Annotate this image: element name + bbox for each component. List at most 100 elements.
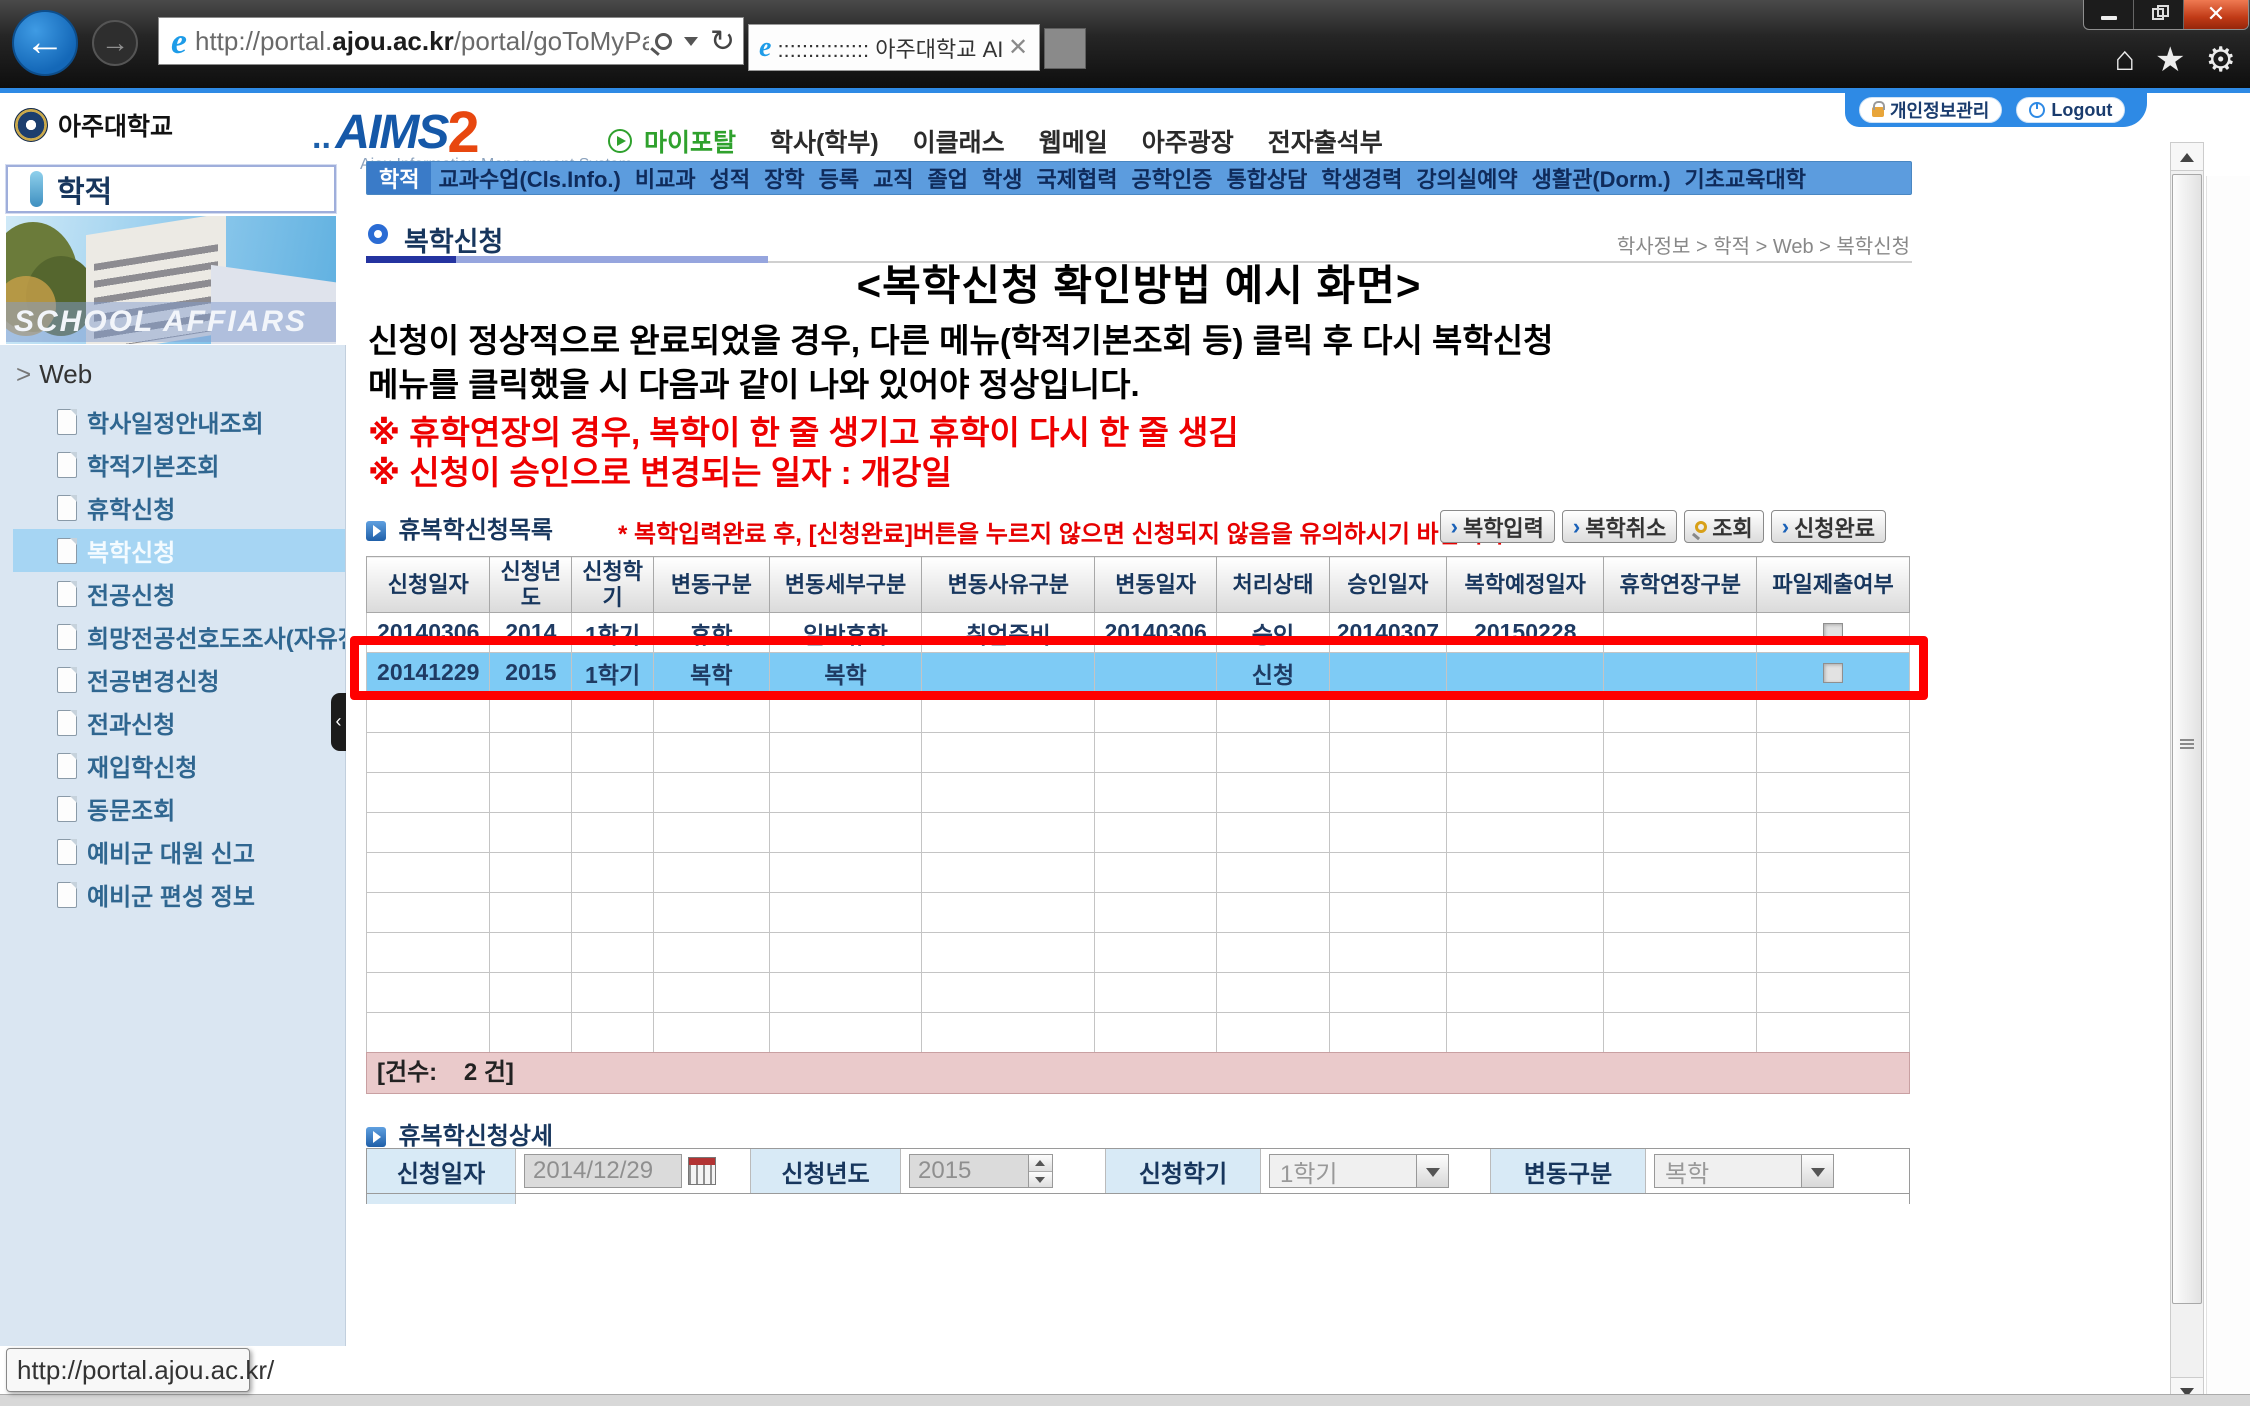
cell: 20150228 — [1447, 613, 1604, 653]
menu-item[interactable]: 비교과 — [628, 162, 703, 194]
menu-item[interactable]: 교직 — [866, 162, 920, 194]
document-icon — [57, 753, 77, 779]
menu-item[interactable]: 학생 — [975, 162, 1029, 194]
menu-item[interactable]: 강의실예약 — [1409, 162, 1524, 194]
menu-item[interactable]: 국제협력 — [1030, 162, 1125, 194]
sidebar-item[interactable]: 학사일정안내조회 — [13, 400, 345, 443]
search-dropdown-icon[interactable] — [684, 37, 698, 46]
logout-button[interactable]: Logout — [2016, 97, 2125, 123]
sidebar-item[interactable]: 예비군 편성 정보 — [13, 873, 345, 916]
pill-icon — [30, 171, 43, 207]
tab-close-icon[interactable] — [1005, 33, 1031, 62]
document-icon — [57, 882, 77, 908]
menu-hakjeok[interactable]: 학적 — [367, 162, 431, 194]
quicklink-webmail[interactable]: 웹메일 — [1039, 123, 1108, 159]
quicklink-eclass[interactable]: 이클래스 — [913, 123, 1005, 159]
sidebar-item-bokhak-active[interactable]: 복학신청 — [13, 529, 345, 572]
document-icon — [57, 452, 77, 478]
back-button[interactable] — [12, 10, 78, 76]
new-tab-button[interactable] — [1044, 28, 1086, 69]
play-icon — [608, 129, 632, 153]
menu-item[interactable]: 통합상담 — [1219, 162, 1314, 194]
menu-item[interactable]: 생활관(Dorm.) — [1525, 162, 1678, 194]
menu-item[interactable]: 졸업 — [921, 162, 975, 194]
sidebar-item[interactable]: 전공변경신청 — [13, 658, 345, 701]
privacy-button[interactable]: 개인정보관리 — [1859, 97, 2002, 123]
bokhak-cancel-button[interactable]: 복학취소 — [1562, 510, 1677, 543]
application-table: 신청일자 신청년도 신청학기 변동구분 변동세부구분 변동사유구분 변동일자 처… — [366, 556, 1910, 1053]
browser-tab[interactable]: ::::::::::::::: 아주대학교 AIM... — [748, 24, 1040, 71]
menu-item[interactable]: 기초교육대학 — [1678, 162, 1813, 194]
sidebar-section-web[interactable]: >Web — [0, 345, 345, 390]
cell — [1329, 653, 1446, 693]
home-icon[interactable] — [2114, 40, 2135, 80]
quicklink-myportal[interactable]: 마이포탈 — [644, 123, 736, 159]
portal-header: 아주대학교 AIMS2 Ajou Information Management … — [0, 93, 2250, 160]
application-year-input[interactable]: 2015 — [909, 1154, 1029, 1188]
application-date-input[interactable]: 2014/12/29 — [524, 1154, 682, 1188]
sidebar-item[interactable]: 재입학신청 — [13, 744, 345, 787]
sidebar-item[interactable]: 휴학신청 — [13, 486, 345, 529]
favorites-icon[interactable] — [2155, 40, 2185, 80]
file-checkbox[interactable] — [1823, 623, 1843, 643]
menu-item[interactable]: 장학 — [757, 162, 811, 194]
forward-button[interactable] — [92, 20, 138, 66]
list-section-title: 휴복학신청목록 — [398, 517, 553, 544]
semester-select[interactable]: 1학기 — [1269, 1154, 1449, 1188]
section-arrow-icon — [366, 1127, 386, 1147]
column-header: 변동사유구분 — [922, 557, 1095, 613]
sidebar-item[interactable]: 전공신청 — [13, 572, 345, 615]
power-icon — [2029, 102, 2045, 118]
sidebar-item[interactable]: 동문조회 — [13, 787, 345, 830]
table-row — [367, 813, 1910, 853]
sidebar-item[interactable]: 희망전공선호도조사(자유전공 — [13, 615, 345, 658]
section-arrow-icon — [366, 521, 386, 541]
scrollbar-up-icon[interactable] — [2171, 143, 2203, 171]
menu-item[interactable]: 등록 — [812, 162, 866, 194]
sidebar-item[interactable]: 전과신청 — [13, 701, 345, 744]
cell: 1학기 — [572, 653, 654, 693]
refresh-icon[interactable] — [710, 24, 735, 59]
sidebar-menu: >Web 학사일정안내조회 학적기본조회 휴학신청 복학신청 전공신청 희망전공… — [0, 345, 346, 1346]
sidebar-item[interactable]: 학적기본조회 — [13, 443, 345, 486]
file-checkbox[interactable] — [1823, 663, 1843, 683]
bokhak-input-button[interactable]: 복학입력 — [1440, 510, 1555, 543]
change-type-select[interactable]: 복학 — [1654, 1154, 1834, 1188]
scrollbar-thumb[interactable] — [2172, 174, 2202, 1304]
table-row-return-highlighted[interactable]: 20141229 2015 1학기 복학 복학 신청 — [367, 653, 1910, 693]
menu-item[interactable]: 공학인증 — [1124, 162, 1219, 194]
dropdown-arrow-icon[interactable] — [1801, 1155, 1833, 1187]
search-icon[interactable] — [655, 33, 672, 50]
menu-item[interactable]: 학생경력 — [1314, 162, 1409, 194]
address-bar[interactable]: http://portal.ajou.ac.kr/portal/goToMyPa… — [158, 17, 744, 65]
year-spinner[interactable] — [1029, 1154, 1053, 1188]
cell: 일반휴학 — [769, 613, 922, 653]
close-button[interactable] — [2184, 0, 2248, 29]
photo-caption: SCHOOL AFFIARS — [6, 302, 336, 342]
vertical-scrollbar[interactable] — [2170, 142, 2204, 1406]
record-count-bar: [건수: 2 건] — [366, 1052, 1910, 1094]
menu-item[interactable]: 성적 — [703, 162, 757, 194]
dropdown-arrow-icon[interactable] — [1416, 1155, 1448, 1187]
menu-item[interactable]: 교과수업(Cls.Info.) — [431, 162, 627, 194]
university-emblem-icon — [14, 108, 48, 142]
calendar-icon[interactable] — [688, 1157, 716, 1185]
portal-page: 아주대학교 AIMS2 Ajou Information Management … — [0, 88, 2250, 1406]
quicklink-attendance[interactable]: 전자출석부 — [1268, 123, 1383, 159]
detail-form: 신청일자 2014/12/29 신청년도 2015 신청학기 1학기 변동구분 … — [366, 1148, 1910, 1194]
cell: 20140306 — [1095, 613, 1217, 653]
quicklink-haksa[interactable]: 학사(학부) — [770, 123, 879, 159]
table-row-leave[interactable]: 20140306 2014 1학기 휴학 일반휴학 취업준비 20140306 … — [367, 613, 1910, 653]
sidebar-item[interactable]: 예비군 대원 신고 — [13, 830, 345, 873]
settings-icon[interactable] — [2206, 40, 2236, 80]
restore-button[interactable] — [2134, 0, 2184, 29]
search-button[interactable]: 조회 — [1684, 510, 1763, 543]
submit-complete-button[interactable]: 신청완료 — [1771, 510, 1886, 543]
spinner-up-icon — [1029, 1155, 1052, 1172]
window-bottom-frame — [0, 1394, 2250, 1406]
sidebar-collapse-handle[interactable] — [331, 693, 346, 751]
quicklink-ajou-plaza[interactable]: 아주광장 — [1142, 123, 1234, 159]
minimize-button[interactable] — [2084, 0, 2134, 29]
table-row — [367, 933, 1910, 973]
notice-line: 메뉴를 클릭했을 시 다음과 같이 나와 있어야 정상입니다. — [368, 358, 1140, 406]
